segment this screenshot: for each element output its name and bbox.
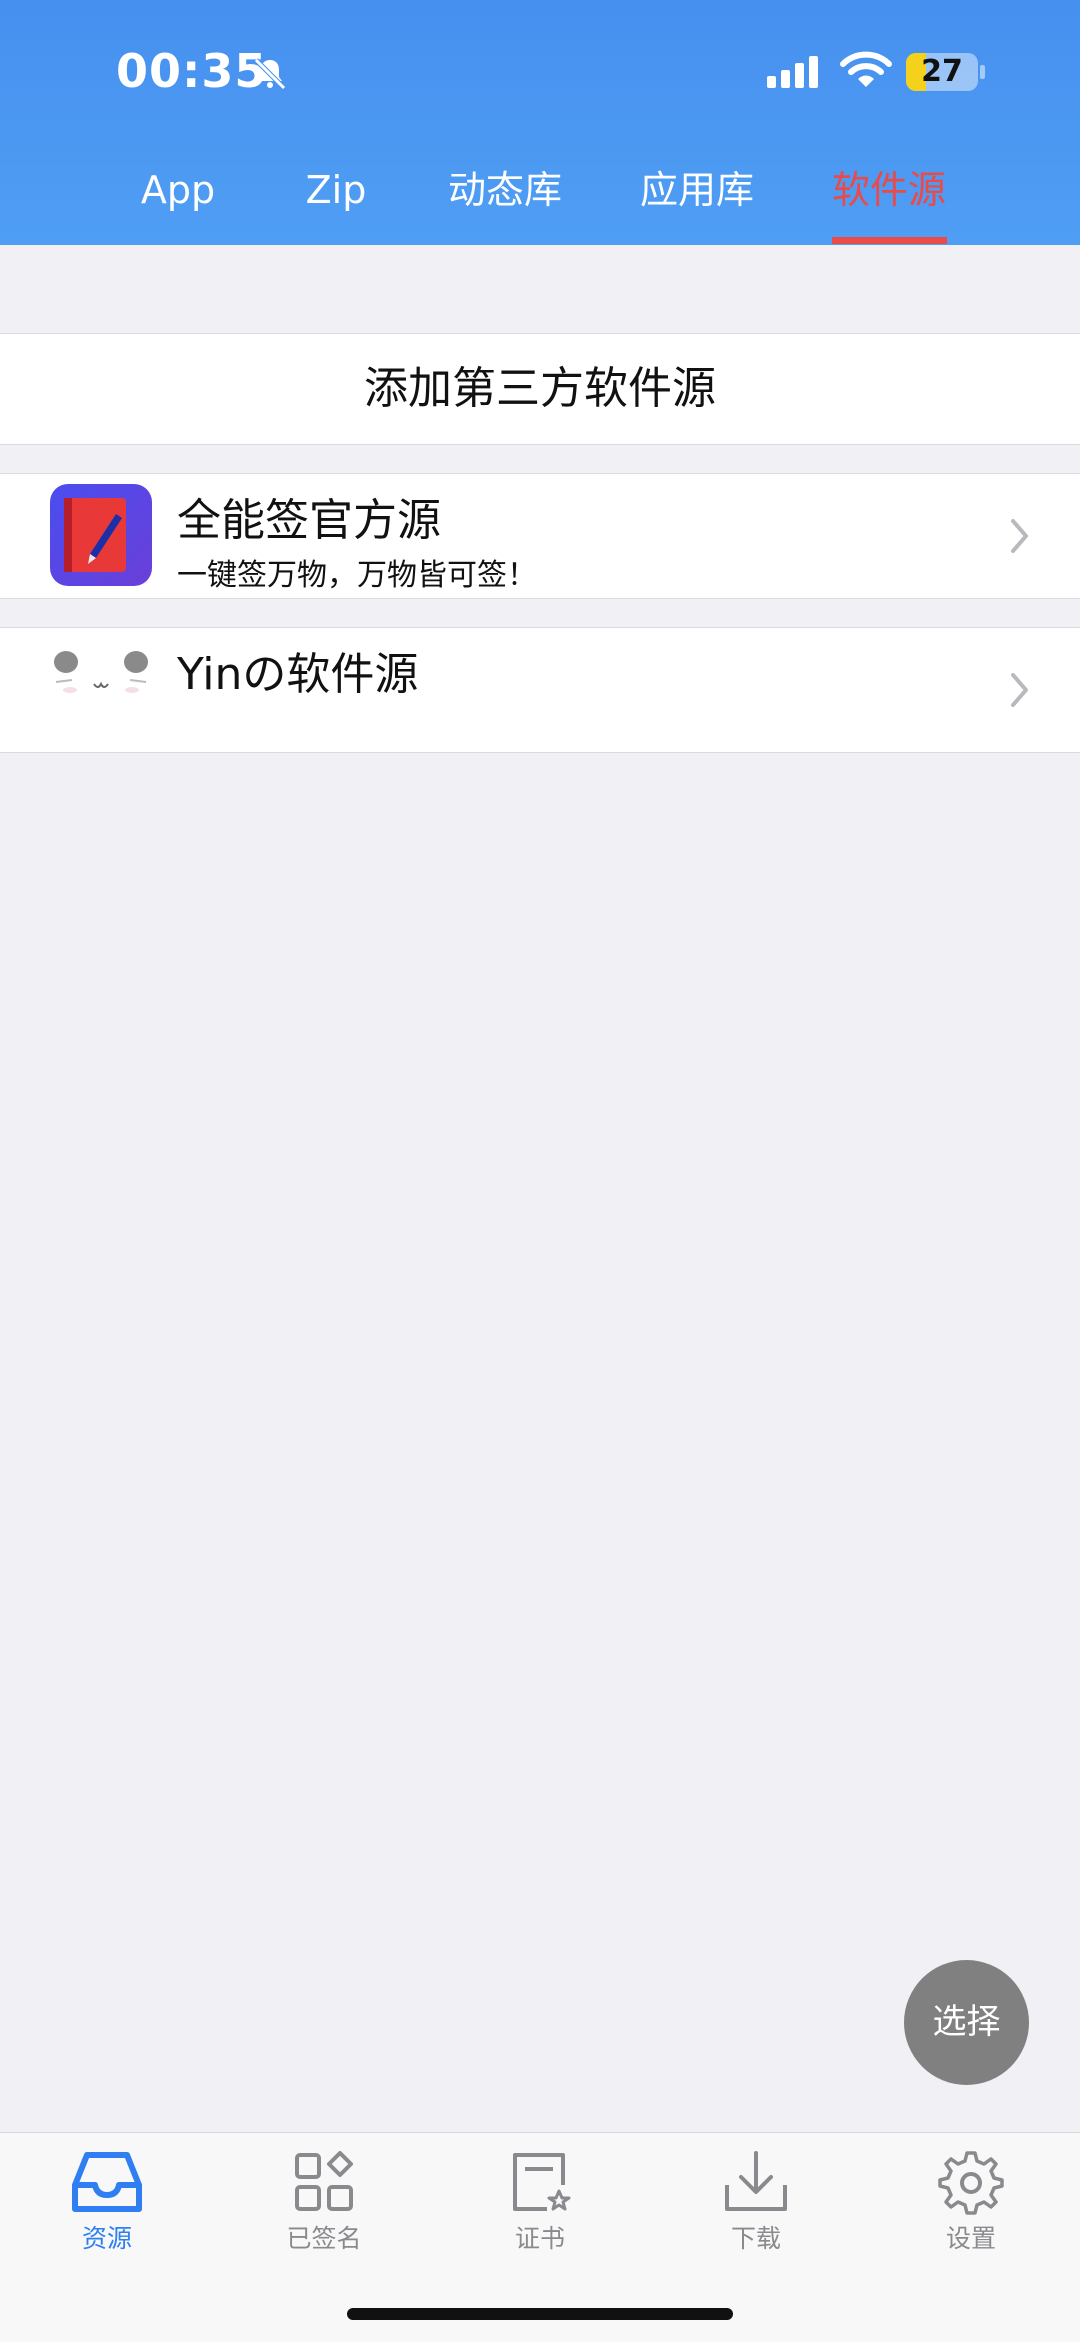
gear-icon xyxy=(938,2151,1004,2215)
app-logo-icon xyxy=(50,484,152,586)
source-row-yin[interactable]: Yinの软件源 xyxy=(0,627,1080,753)
battery-level: 27 xyxy=(921,54,963,89)
download-icon xyxy=(725,2151,787,2211)
status-time: 00:35 xyxy=(116,44,268,98)
cellular-signal-icon xyxy=(767,56,818,88)
wifi-icon xyxy=(840,51,892,87)
bottom-tab-download[interactable]: 下载 xyxy=(686,2149,826,2269)
bottom-tab-certificate[interactable]: 证书 xyxy=(470,2149,610,2269)
source-subtitle: 一键签万物，万物皆可签！ xyxy=(177,558,537,593)
active-tab-underline xyxy=(832,237,947,244)
source-title: 全能签官方源 xyxy=(177,495,441,546)
bottom-tab-label: 已签名 xyxy=(286,2224,362,2253)
bottom-tab-resources[interactable]: 资源 xyxy=(37,2149,177,2269)
certificate-icon xyxy=(513,2153,571,2211)
inbox-icon xyxy=(72,2152,142,2212)
bottom-tab-label: 证书 xyxy=(514,2224,565,2253)
bottom-tab-label: 设置 xyxy=(945,2224,996,2253)
add-third-party-source-button[interactable]: 添加第三方软件源 xyxy=(0,333,1080,445)
tab-zip[interactable]: Zip xyxy=(276,160,396,245)
tab-app[interactable]: App xyxy=(118,160,238,245)
chevron-right-icon xyxy=(1011,519,1028,553)
tab-dynamic-library[interactable]: 动态库 xyxy=(430,160,580,245)
select-fab-button[interactable]: 选择 xyxy=(904,1960,1029,2085)
home-indicator xyxy=(347,2308,733,2320)
top-header: 00:35 27 App Zip 动态库 应用库 软件源 xyxy=(0,0,1080,245)
source-title: Yinの软件源 xyxy=(177,649,419,700)
category-tabs: App Zip 动态库 应用库 软件源 xyxy=(0,160,1080,245)
bottom-tab-label: 资源 xyxy=(81,2224,132,2253)
panda-avatar-icon xyxy=(50,638,152,740)
source-row-official[interactable]: 全能签官方源 一键签万物，万物皆可签！ xyxy=(0,473,1080,599)
tab-software-source[interactable]: 软件源 xyxy=(814,160,964,245)
tab-app-library[interactable]: 应用库 xyxy=(622,160,772,245)
battery-indicator: 27 xyxy=(906,53,978,91)
bottom-tab-settings[interactable]: 设置 xyxy=(901,2149,1041,2269)
bottom-tab-label: 下载 xyxy=(730,2224,781,2253)
silent-bell-icon xyxy=(254,58,286,90)
grid-icon xyxy=(295,2151,353,2211)
bottom-tab-signed[interactable]: 已签名 xyxy=(254,2149,394,2269)
chevron-right-icon xyxy=(1011,673,1028,707)
